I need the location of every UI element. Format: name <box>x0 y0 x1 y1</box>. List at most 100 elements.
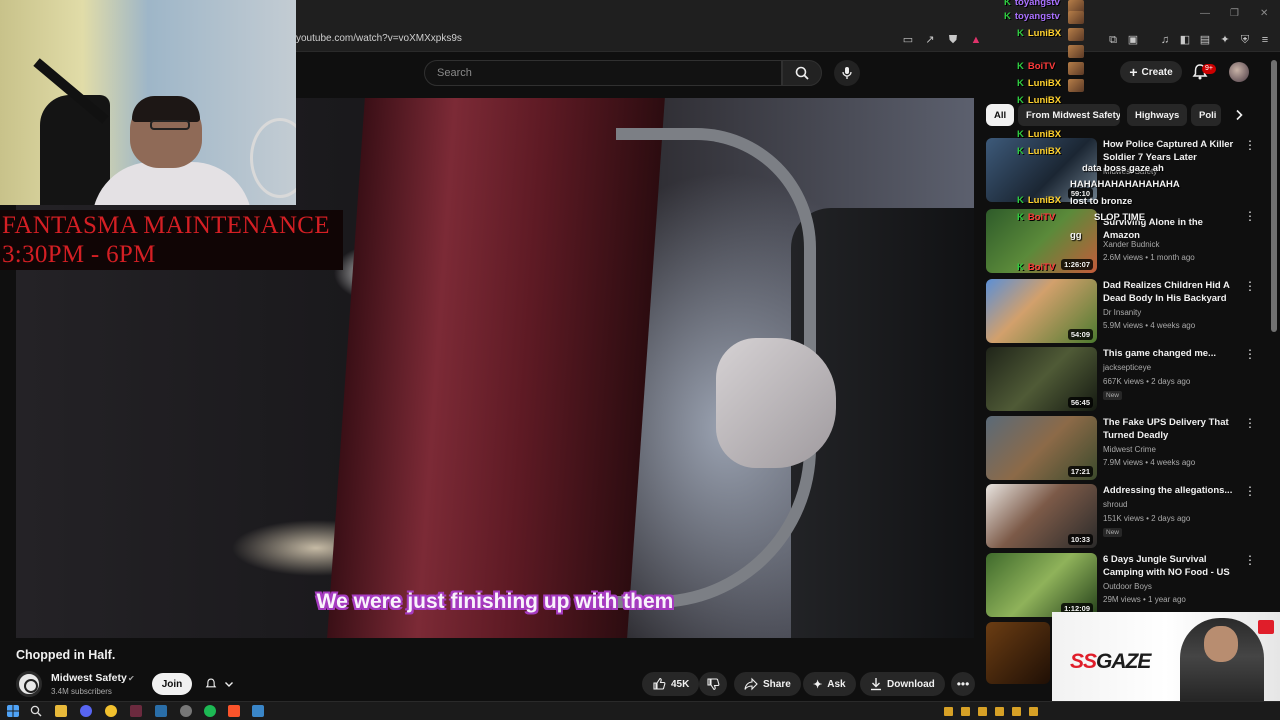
file-explorer-icon[interactable] <box>55 705 67 717</box>
channel-name[interactable]: Midwest Safety <box>51 672 127 684</box>
chip-from-channel[interactable]: From Midwest Safety <box>1018 104 1120 126</box>
extensions-icon[interactable]: ⧉ <box>1105 32 1121 48</box>
recommendation-channel[interactable]: Dr Insanity <box>1103 308 1141 317</box>
recommendation-title[interactable]: How Police Captured A Killer Soldier 7 Y… <box>1103 138 1238 164</box>
recommendation-item[interactable]: 1:12:09 6 Days Jungle Survival Camping w… <box>986 553 1266 617</box>
verified-icon: ✔ <box>128 674 135 683</box>
windows-start-icon[interactable] <box>7 705 19 717</box>
channel-subscribers: 3.4M subscribers <box>51 687 112 696</box>
recommendation-thumbnail[interactable] <box>986 622 1050 684</box>
minimize-icon[interactable]: — <box>1200 8 1210 19</box>
search-box[interactable] <box>424 60 782 86</box>
cast-icon[interactable]: ▭ <box>900 32 916 48</box>
recommendation-channel[interactable]: Outdoor Boys <box>1103 582 1152 591</box>
video-duration: 17:21 <box>1067 466 1093 477</box>
like-button[interactable]: 45K <box>642 672 700 696</box>
chip-highways[interactable]: Highways <box>1127 104 1188 126</box>
chip-all[interactable]: All <box>986 104 1015 126</box>
recommendation-item[interactable]: 54:09 Dad Realizes Children Hid A Dead B… <box>986 279 1266 343</box>
discord-icon[interactable] <box>80 705 92 717</box>
tray-icon[interactable] <box>978 707 987 716</box>
search-input[interactable] <box>425 61 781 85</box>
more-vertical-icon[interactable]: ⋮ <box>1244 279 1256 293</box>
recommendation-channel[interactable]: jacksepticeye <box>1103 363 1151 372</box>
recommendation-channel[interactable]: Xander Budnick <box>1103 240 1159 249</box>
more-vertical-icon[interactable]: ⋮ <box>1244 484 1256 498</box>
recommendation-title[interactable]: 6 Days Jungle Survival Camping with NO F… <box>1103 553 1238 580</box>
account-avatar[interactable] <box>1229 62 1249 82</box>
more-vertical-icon[interactable]: ⋮ <box>1244 138 1256 152</box>
steam-icon[interactable] <box>155 705 167 717</box>
chip-politics[interactable]: Poli <box>1191 104 1221 126</box>
channel-avatar[interactable] <box>16 671 42 697</box>
brave-icon[interactable] <box>228 705 240 717</box>
like-count: 45K <box>671 678 690 690</box>
create-button[interactable]: + Create <box>1120 61 1182 83</box>
chat-username: K LuniBX <box>1017 146 1062 157</box>
tray-icon[interactable] <box>995 707 1004 716</box>
more-actions-button[interactable]: ••• <box>951 672 975 696</box>
video-duration: 54:09 <box>1067 329 1093 340</box>
obs-icon[interactable] <box>180 705 192 717</box>
shield-icon[interactable]: ⛊ <box>945 32 961 48</box>
video-duration: 10:33 <box>1067 534 1093 545</box>
recommendation-title[interactable]: The Fake UPS Delivery That Turned Deadly <box>1103 416 1238 442</box>
ask-button[interactable]: ✦ Ask <box>803 672 856 696</box>
dislike-button[interactable] <box>699 672 727 696</box>
app-icon[interactable] <box>252 705 264 717</box>
recommendation-thumbnail[interactable]: 54:09 <box>986 279 1097 343</box>
chat-badge-icon: K <box>1017 28 1024 39</box>
recommendation-thumbnail[interactable]: 17:21 <box>986 416 1097 480</box>
vpn-icon[interactable]: ⛨ <box>1237 32 1253 48</box>
recommendation-meta: 151K views • 2 days ago <box>1103 514 1191 523</box>
recommendation-thumbnail[interactable]: 10:33 <box>986 484 1097 548</box>
app-icon[interactable] <box>130 705 142 717</box>
video-frame-car <box>327 98 665 638</box>
tray-icon[interactable] <box>961 707 970 716</box>
recommendation-item[interactable]: 17:21 The Fake UPS Delivery That Turned … <box>986 416 1266 480</box>
sidebar-icon[interactable]: ◧ <box>1177 32 1193 48</box>
recommendation-channel[interactable]: Midwest Crime <box>1103 445 1156 454</box>
recommendation-title[interactable]: Dad Realizes Children Hid A Dead Body In… <box>1103 279 1238 305</box>
recommendation-title[interactable]: This game changed me... <box>1103 347 1238 360</box>
chips-next-button[interactable] <box>1228 104 1250 126</box>
screenshot-icon[interactable]: ▣ <box>1125 32 1141 48</box>
taskbar-search-icon[interactable] <box>30 705 42 717</box>
menu-icon[interactable]: ≡ <box>1257 32 1273 48</box>
recommendation-title[interactable]: Addressing the allegations... <box>1103 484 1238 497</box>
recommendation-meta: 667K views • 2 days ago <box>1103 377 1191 386</box>
more-vertical-icon[interactable]: ⋮ <box>1244 553 1256 567</box>
recommendation-item[interactable]: 56:45 This game changed me... jackseptic… <box>986 347 1266 411</box>
leo-icon[interactable]: ✦ <box>1217 32 1233 48</box>
rewards-icon[interactable]: ▲ <box>968 32 984 48</box>
spotify-icon[interactable] <box>204 705 216 717</box>
recommendation-thumbnail[interactable]: 56:45 <box>986 347 1097 411</box>
more-vertical-icon[interactable]: ⋮ <box>1244 416 1256 430</box>
wallet-icon[interactable]: ▤ <box>1197 32 1213 48</box>
download-button[interactable]: Download <box>860 672 945 696</box>
share-button[interactable]: Share <box>734 672 801 696</box>
join-button[interactable]: Join <box>152 673 192 695</box>
subscription-bell-button[interactable] <box>198 673 244 695</box>
url-text[interactable]: youtube.com/watch?v=voXMXxpks9s <box>296 33 462 44</box>
recommendation-item[interactable]: 10:33 Addressing the allegations... shro… <box>986 484 1266 548</box>
tray-icon[interactable] <box>1012 707 1021 716</box>
close-icon[interactable]: ✕ <box>1260 8 1268 19</box>
maintenance-banner: FANTASMA MAINTENANCE 3:30PM - 6PM <box>0 210 343 270</box>
sidebar-scrollbar[interactable] <box>1271 60 1277 332</box>
voice-search-button[interactable] <box>834 60 860 86</box>
recommendation-thumbnail[interactable]: 1:12:09 <box>986 553 1097 617</box>
restore-icon[interactable]: ❐ <box>1230 8 1239 19</box>
tray-icon[interactable] <box>944 707 953 716</box>
search-button[interactable] <box>782 60 822 86</box>
chat-badge-icon: K <box>1017 212 1024 223</box>
recommendation-channel[interactable]: shroud <box>1103 500 1127 509</box>
chat-badge-icon: K <box>1017 195 1024 206</box>
share-page-icon[interactable]: ↗ <box>922 32 938 48</box>
media-icon[interactable]: ♫ <box>1157 32 1173 48</box>
video-title: Chopped in Half. <box>16 648 116 662</box>
chrome-icon[interactable] <box>105 705 117 717</box>
more-vertical-icon[interactable]: ⋮ <box>1244 209 1256 223</box>
more-vertical-icon[interactable]: ⋮ <box>1244 347 1256 361</box>
tray-icon[interactable] <box>1029 707 1038 716</box>
